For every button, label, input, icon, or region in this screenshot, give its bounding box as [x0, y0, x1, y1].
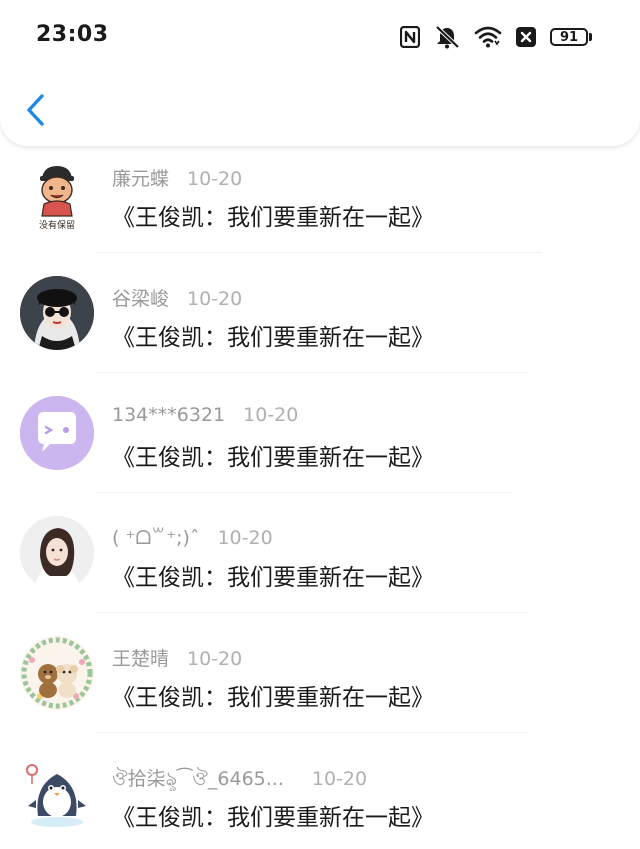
screen: 23:03 91 没有保留 廉元蝶 10-20 《王俊凯：我们要重新在一起》 谷… — [0, 0, 640, 849]
wifi-icon — [474, 26, 502, 48]
avatar[interactable] — [20, 396, 94, 470]
comment-item[interactable]: 谷梁峻 10-20 《王俊凯：我们要重新在一起》 — [0, 266, 640, 386]
comment-meta: 谷梁峻 10-20 — [112, 284, 242, 311]
username[interactable]: ( ⁺ᗝ꒳⁺;)ˆ — [112, 527, 199, 549]
username[interactable]: 王楚晴 — [112, 648, 169, 670]
username[interactable]: ঔ拾柒ৡ⁀ঔ_6465... — [112, 768, 284, 790]
avatar[interactable] — [20, 276, 94, 350]
comment-meta: 王楚晴 10-20 — [112, 644, 242, 671]
username[interactable]: 谷梁峻 — [112, 288, 169, 310]
chevron-left-icon — [27, 94, 44, 126]
comment-content: 《王俊凯：我们要重新在一起》 — [112, 565, 434, 591]
username[interactable]: 廉元蝶 — [112, 168, 169, 190]
status-bar: 23:03 91 — [0, 0, 640, 74]
comment-content: 《王俊凯：我们要重新在一起》 — [112, 445, 434, 471]
comment-item[interactable]: ( ⁺ᗝ꒳⁺;)ˆ 10-20 《王俊凯：我们要重新在一起》 — [0, 506, 640, 626]
avatar-badge-text: 没有保留 — [39, 219, 75, 231]
battery-icon: 91 — [550, 28, 592, 46]
comment-date: 10-20 — [217, 527, 273, 549]
comment-meta: ঔ拾柒ৡ⁀ঔ_6465... 10-20 — [112, 764, 367, 797]
divider — [96, 252, 542, 253]
divider — [96, 732, 528, 733]
close-box-icon — [516, 27, 536, 47]
comment-content: 《王俊凯：我们要重新在一起》 — [112, 205, 434, 231]
divider — [96, 492, 512, 493]
username[interactable]: 134***6321 — [112, 404, 225, 426]
avatar[interactable] — [20, 516, 94, 590]
comment-item[interactable]: 王楚晴 10-20 《王俊凯：我们要重新在一起》 — [0, 626, 640, 746]
mute-icon — [434, 25, 460, 49]
divider — [96, 612, 528, 613]
comment-content: 《王俊凯：我们要重新在一起》 — [112, 685, 434, 711]
comment-item[interactable]: ঔ拾柒ৡ⁀ঔ_6465... 10-20 《王俊凯：我们要重新在一起》 — [0, 746, 640, 849]
back-button[interactable] — [18, 88, 54, 132]
comment-meta: 134***6321 10-20 — [112, 404, 298, 426]
divider — [96, 372, 528, 373]
status-time: 23:03 — [36, 22, 109, 47]
avatar[interactable] — [20, 756, 94, 830]
comment-date: 10-20 — [187, 168, 243, 190]
comment-date: 10-20 — [187, 288, 243, 310]
comment-date: 10-20 — [187, 648, 243, 670]
status-icons: 91 — [400, 24, 592, 50]
comment-date: 10-20 — [243, 404, 299, 426]
comment-meta: ( ⁺ᗝ꒳⁺;)ˆ 10-20 — [112, 524, 273, 549]
avatar[interactable]: 没有保留 — [20, 158, 94, 232]
battery-tip — [589, 33, 592, 41]
comment-item[interactable]: 134***6321 10-20 《王俊凯：我们要重新在一起》 — [0, 386, 640, 506]
nfc-icon — [400, 26, 420, 48]
header: 23:03 91 — [0, 0, 640, 146]
comment-date: 10-20 — [311, 768, 368, 790]
comment-content: 《王俊凯：我们要重新在一起》 — [112, 805, 434, 831]
comment-content: 《王俊凯：我们要重新在一起》 — [112, 325, 434, 351]
comment-item[interactable]: 没有保留 廉元蝶 10-20 《王俊凯：我们要重新在一起》 — [0, 146, 640, 266]
battery-level: 91 — [550, 28, 588, 46]
comment-meta: 廉元蝶 10-20 — [112, 164, 242, 191]
avatar[interactable] — [20, 636, 94, 710]
